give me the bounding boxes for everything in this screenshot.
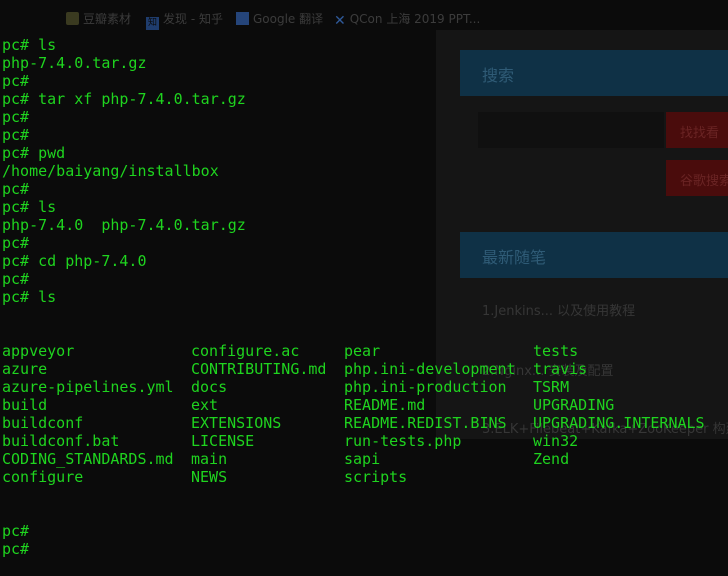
terminal-line: pc# ls: [2, 288, 57, 306]
ls-file-entry: azure-pipelines.yml: [2, 378, 174, 396]
terminal-line: pc#: [2, 540, 30, 558]
terminal-line: pc#: [2, 72, 30, 90]
ls-file-entry: php.ini-production: [344, 378, 507, 396]
ls-file-entry: php.ini-development: [344, 360, 516, 378]
ls-file-entry: NEWS: [191, 468, 228, 486]
terminal-line: /home/baiyang/installbox: [2, 162, 219, 180]
ls-file-entry: EXTENSIONS: [191, 414, 282, 432]
terminal-line: pc#: [2, 270, 30, 288]
terminal-prompt-area: pc# pc#: [2, 522, 728, 558]
ls-file-entry: docs: [191, 378, 228, 396]
terminal-line: php-7.4.0 php-7.4.0.tar.gz: [2, 216, 246, 234]
ls-file-entry: pear: [344, 342, 381, 360]
ls-file-entry: main: [191, 450, 228, 468]
ls-file-entry: ext: [191, 396, 219, 414]
terminal-line: pc# ls: [2, 36, 57, 54]
ls-file-entry: appveyor: [2, 342, 75, 360]
ls-file-entry: UPGRADING.INTERNALS: [533, 414, 705, 432]
ls-file-entry: azure: [2, 360, 48, 378]
ls-file-entry: README.md: [344, 396, 426, 414]
terminal-window[interactable]: pc# ls php-7.4.0.tar.gz pc# pc# tar xf php-…: [2, 0, 728, 558]
ls-file-entry: sapi: [344, 450, 381, 468]
ls-file-entry: TSRM: [533, 378, 570, 396]
terminal-line: pc# ls: [2, 198, 57, 216]
ls-file-entry: CONTRIBUTING.md: [191, 360, 327, 378]
ls-file-entry: buildconf: [2, 414, 84, 432]
ls-file-entry: CODING_STANDARDS.md: [2, 450, 174, 468]
terminal-history: pc# ls php-7.4.0.tar.gz pc# pc# tar xf php-…: [2, 36, 728, 306]
ls-file-entry: README.REDIST.BINS: [344, 414, 507, 432]
terminal-line: pc#: [2, 108, 30, 126]
ls-file-entry: buildconf.bat: [2, 432, 120, 450]
ls-file-entry: configure: [2, 468, 84, 486]
ls-file-entry: LICENSE: [191, 432, 255, 450]
ls-file-entry: run-tests.php: [344, 432, 462, 450]
terminal-line: pc#: [2, 180, 30, 198]
ls-file-entry: travis: [533, 360, 588, 378]
ls-file-entry: UPGRADING: [533, 396, 615, 414]
terminal-line: pc# cd php-7.4.0: [2, 252, 147, 270]
terminal-line: pc#: [2, 234, 30, 252]
terminal-line: pc#: [2, 522, 30, 540]
terminal-line: pc#: [2, 126, 30, 144]
ls-file-entry: scripts: [344, 468, 408, 486]
ls-output-grid: appveyor configure.ac pear tests azure CONTRI…: [2, 342, 728, 486]
ls-file-entry: Zend: [533, 450, 570, 468]
ls-file-entry: build: [2, 396, 48, 414]
ls-file-entry: [533, 468, 723, 486]
terminal-line: php-7.4.0.tar.gz: [2, 54, 147, 72]
terminal-line: pc# pwd: [2, 144, 66, 162]
ls-file-entry: tests: [533, 342, 579, 360]
ls-file-entry: configure.ac: [191, 342, 300, 360]
ls-file-entry: win32: [533, 432, 579, 450]
terminal-line: pc# tar xf php-7.4.0.tar.gz: [2, 90, 246, 108]
